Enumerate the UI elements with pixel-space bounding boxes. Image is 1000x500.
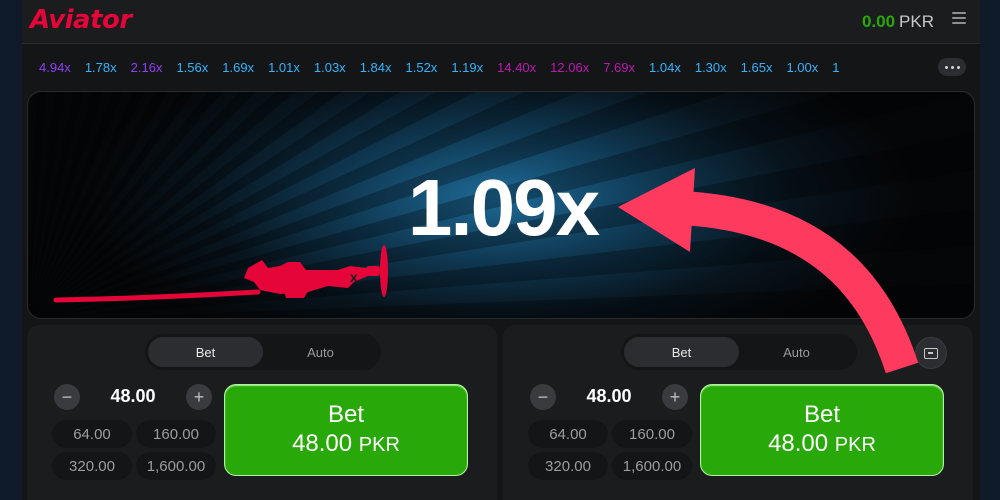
bet-amount-input[interactable]: 48.00: [558, 386, 660, 407]
bet-amount-controls: − 48.00 + 64.00 160.00 320.00 1,600.00: [50, 381, 216, 500]
bet-auto-switcher: Bet Auto: [621, 334, 857, 370]
aviator-logo[interactable]: Aviator: [30, 5, 132, 35]
quick-amount-button[interactable]: 64.00: [52, 420, 132, 448]
history-multiplier[interactable]: 12.06x: [550, 60, 589, 75]
bet-button-amount: 48.00 PKR: [292, 429, 400, 460]
place-bet-button[interactable]: Bet 48.00 PKR: [700, 384, 944, 476]
tab-bet[interactable]: Bet: [624, 337, 739, 367]
game-frame: Aviator 0.00 PKR 4.94x 1.78x 2.16x 1.56x 1.69…: [22, 0, 980, 500]
history-multiplier[interactable]: 1.00x: [786, 60, 818, 75]
minus-square-icon: [924, 347, 938, 359]
history-multiplier[interactable]: 1: [832, 60, 839, 75]
history-more-button[interactable]: [938, 58, 966, 76]
history-multiplier[interactable]: 1.52x: [406, 60, 438, 75]
history-multiplier[interactable]: 7.69x: [603, 60, 635, 75]
history-multiplier[interactable]: 1.30x: [695, 60, 727, 75]
history-multiplier[interactable]: 1.56x: [176, 60, 208, 75]
history-multiplier[interactable]: 1.84x: [360, 60, 392, 75]
bet-button-currency: PKR: [358, 433, 400, 456]
balance-amount: 0.00: [861, 12, 896, 31]
quick-amount-button[interactable]: 160.00: [612, 420, 692, 448]
bet-amount-stepper: − 48.00 +: [50, 381, 216, 413]
bet-button-value: 48.00: [292, 429, 353, 457]
quick-amount-button[interactable]: 320.00: [528, 452, 608, 480]
history-multiplier[interactable]: 1.78x: [85, 60, 117, 75]
remove-panel-button[interactable]: [915, 337, 947, 369]
history-multiplier[interactable]: 1.03x: [314, 60, 346, 75]
balance-currency: PKR: [899, 12, 934, 31]
bet-panel-1: Bet Auto − 48.00 + 64.00 160.00 320.00 1…: [27, 325, 497, 500]
history-multiplier[interactable]: 14.40x: [497, 60, 536, 75]
hamburger-menu-icon[interactable]: [952, 12, 966, 28]
tab-bet[interactable]: Bet: [148, 337, 263, 367]
bet-panel-2: Bet Auto − 48.00 + 64.00 160.00 320.00 1…: [503, 325, 973, 500]
quick-amount-button[interactable]: 320.00: [52, 452, 132, 480]
history-multiplier[interactable]: 1.19x: [451, 60, 483, 75]
bet-amount-stepper: − 48.00 +: [526, 381, 692, 413]
bet-amount-input[interactable]: 48.00: [82, 386, 184, 407]
bet-button-amount: 48.00 PKR: [768, 429, 876, 460]
top-bar: Aviator 0.00 PKR: [22, 0, 980, 44]
decrease-amount-button[interactable]: −: [530, 384, 556, 410]
place-bet-button[interactable]: Bet 48.00 PKR: [224, 384, 468, 476]
tab-auto[interactable]: Auto: [739, 337, 854, 367]
increase-amount-button[interactable]: +: [186, 384, 212, 410]
current-multiplier: 1.09x: [407, 163, 600, 252]
history-multiplier[interactable]: 1.01x: [268, 60, 300, 75]
history-multiplier[interactable]: 2.16x: [131, 60, 163, 75]
airplane-icon: x: [53, 245, 388, 303]
history-multiplier[interactable]: 1.65x: [741, 60, 773, 75]
bet-button-label: Bet: [327, 400, 365, 428]
bet-amount-controls: − 48.00 + 64.00 160.00 320.00 1,600.00: [526, 381, 692, 500]
bet-auto-switcher: Bet Auto: [145, 334, 381, 370]
multiplier-history: 4.94x 1.78x 2.16x 1.56x 1.69x 1.01x 1.03x 1.84x…: [22, 44, 980, 90]
svg-text:x: x: [350, 269, 358, 285]
bet-button-value: 48.00: [768, 429, 829, 457]
quick-amount-button[interactable]: 1,600.00: [136, 452, 216, 480]
history-multiplier[interactable]: 1.04x: [649, 60, 681, 75]
decrease-amount-button[interactable]: −: [54, 384, 80, 410]
quick-amount-button[interactable]: 64.00: [528, 420, 608, 448]
bet-button-currency: PKR: [834, 433, 876, 456]
history-multiplier[interactable]: 4.94x: [39, 60, 71, 75]
increase-amount-button[interactable]: +: [662, 384, 688, 410]
tab-auto[interactable]: Auto: [263, 337, 378, 367]
balance-display: 0.00 PKR: [862, 12, 934, 32]
quick-amount-button[interactable]: 1,600.00: [612, 452, 692, 480]
bet-button-label: Bet: [803, 400, 841, 428]
quick-amount-button[interactable]: 160.00: [136, 420, 216, 448]
game-stage: x 1.09x: [27, 91, 975, 319]
history-multiplier[interactable]: 1.69x: [222, 60, 254, 75]
